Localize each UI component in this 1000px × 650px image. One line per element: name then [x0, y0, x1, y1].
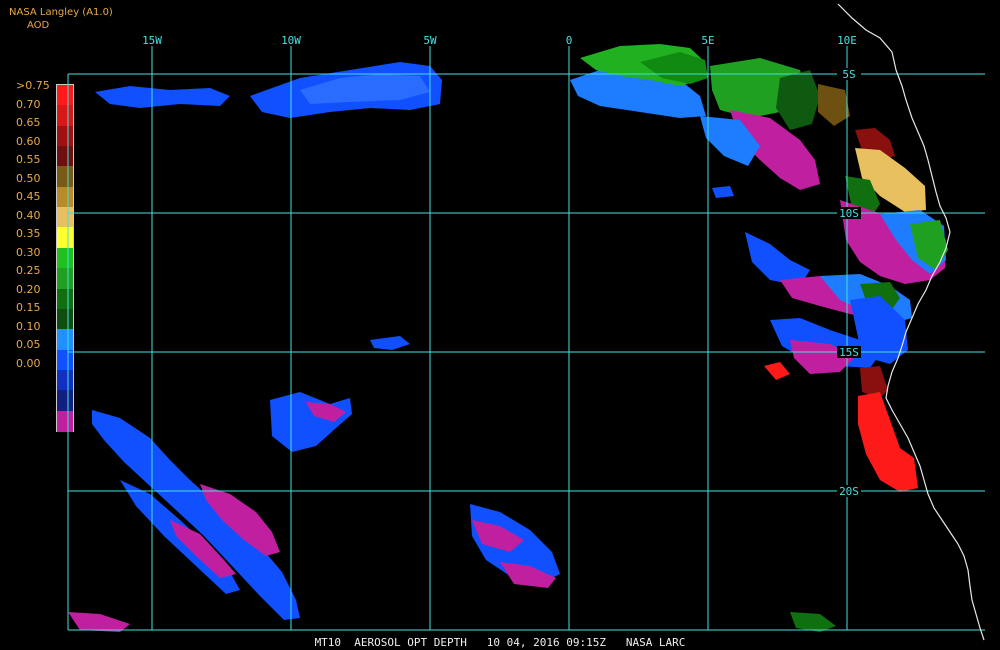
latitude-label: 5S [842, 68, 855, 81]
latitude-label: 10S [839, 207, 859, 220]
latitude-label: 20S [839, 485, 859, 498]
longitude-label: 0 [566, 34, 573, 47]
longitude-label: 10W [281, 34, 301, 47]
longitude-label: 5E [701, 34, 714, 47]
aerosol-layer [68, 44, 948, 632]
footer-caption: MT10 AEROSOL OPT DEPTH 10 04, 2016 09:15… [314, 636, 686, 649]
aod-map: 15W 10W 5W 0 5E 10E 5S 10S 15S 20S [67, 3, 985, 641]
longitude-labels: 15W 10W 5W 0 5E 10E [142, 34, 857, 47]
longitude-label: 10E [837, 34, 857, 47]
longitude-label: 15W [142, 34, 162, 47]
latitude-label: 15S [839, 346, 859, 359]
longitude-label: 5W [423, 34, 437, 47]
